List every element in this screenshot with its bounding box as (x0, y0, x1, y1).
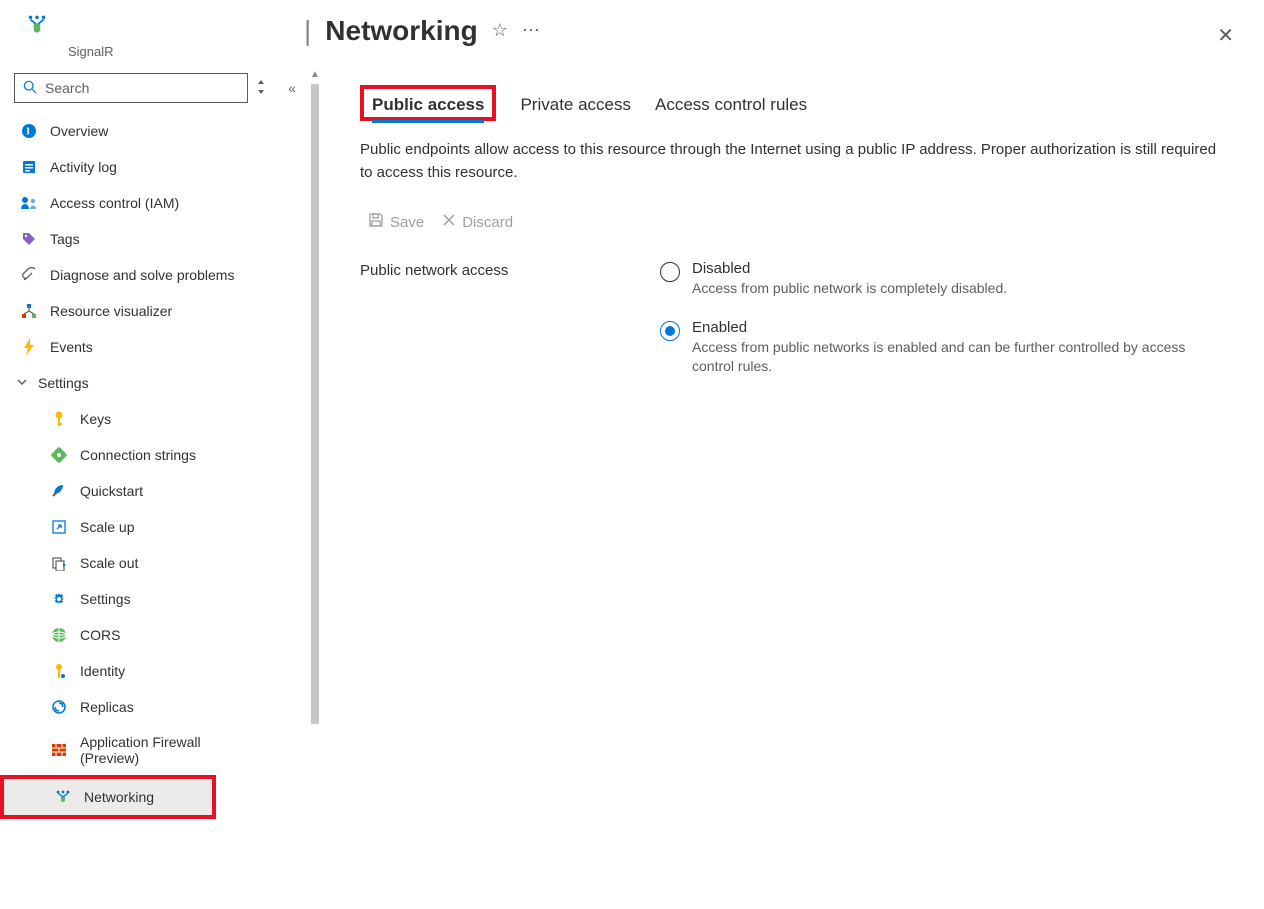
nav-diagnose[interactable]: Diagnose and solve problems (14, 257, 306, 293)
radio-label: Disabled (692, 260, 1007, 277)
identity-icon (50, 662, 68, 680)
highlight-networking: Networking (0, 775, 216, 819)
nav-item-label: Scale out (80, 555, 138, 571)
scroll-thumb[interactable] (311, 84, 319, 724)
nav-item-label: Application Firewall (Preview) (80, 734, 230, 766)
nav-item-label: Networking (84, 789, 154, 805)
firewall-icon (50, 741, 68, 759)
nav-access-control[interactable]: Access control (IAM) (14, 185, 306, 221)
tab-public-access[interactable]: Public access (372, 95, 484, 123)
nav-item-label: Connection strings (80, 447, 196, 463)
nav-item-label: Quickstart (80, 483, 143, 499)
discard-icon (442, 213, 456, 231)
search-input[interactable] (45, 80, 239, 96)
nav-item-label: CORS (80, 627, 120, 643)
close-icon[interactable]: ✕ (1217, 23, 1244, 48)
nav-section-settings[interactable]: Settings (14, 365, 306, 401)
radio-description: Access from public network is completely… (692, 279, 1007, 299)
scroll-up-icon[interactable]: ▲ (310, 65, 320, 84)
nav-item-label: Tags (50, 231, 80, 247)
nav-replicas[interactable]: Replicas (14, 689, 306, 725)
nav-activity-log[interactable]: Activity log (14, 149, 306, 185)
resource-visualizer-icon (20, 302, 38, 320)
title-separator: | (304, 15, 311, 47)
nav-networking[interactable]: Networking (4, 779, 212, 815)
more-actions-icon[interactable]: ⋯ (522, 20, 540, 41)
nav-tags[interactable]: Tags (14, 221, 306, 257)
nav-item-label: Activity log (50, 159, 117, 175)
overview-icon (20, 122, 38, 140)
nav-keys[interactable]: Keys (14, 401, 306, 437)
nav-item-label: Overview (50, 123, 108, 139)
search-icon (23, 80, 37, 97)
nav-cors[interactable]: CORS (14, 617, 306, 653)
tags-icon (20, 230, 38, 248)
highlight-public-access-tab: Public access (360, 85, 496, 121)
discard-button[interactable]: Discard (442, 212, 513, 232)
nav-scale-up[interactable]: Scale up (14, 509, 306, 545)
events-icon (20, 338, 38, 356)
nav-quickstart[interactable]: Quickstart (14, 473, 306, 509)
tab-access-control-rules[interactable]: Access control rules (655, 95, 807, 121)
gear-icon (50, 590, 68, 608)
public-network-access-label: Public network access (360, 260, 620, 377)
nav-scale-out[interactable]: Scale out (14, 545, 306, 581)
sidebar-scrollbar[interactable]: ▲ (306, 59, 324, 909)
service-name: SignalR (68, 44, 114, 59)
save-label: Save (390, 214, 424, 231)
radio-disabled-circle[interactable] (660, 262, 680, 282)
nav-section-label: Settings (38, 375, 89, 391)
scale-out-icon (50, 554, 68, 572)
access-control-icon (20, 194, 38, 212)
radio-dot (665, 326, 675, 336)
discard-label: Discard (462, 214, 513, 231)
nav-item-label: Keys (80, 411, 111, 427)
toolbar: Save Discard (360, 212, 1234, 232)
nav-resource-visualizer[interactable]: Resource visualizer (14, 293, 306, 329)
nav-events[interactable]: Events (14, 329, 306, 365)
public-network-access-radio-group: Disabled Access from public network is c… (660, 260, 1212, 377)
nav-connection-strings[interactable]: Connection strings (14, 437, 306, 473)
search-box[interactable] (14, 73, 248, 103)
scale-up-icon (50, 518, 68, 536)
save-button[interactable]: Save (368, 212, 424, 232)
connection-strings-icon (50, 446, 68, 464)
nav-application-firewall[interactable]: Application Firewall (Preview) (14, 725, 306, 775)
nav-item-label: Identity (80, 663, 125, 679)
chevron-down-icon (16, 375, 28, 391)
nav-overview[interactable]: Overview (14, 113, 306, 149)
page-title: Networking (325, 15, 477, 47)
nav-item-label: Access control (IAM) (50, 195, 179, 211)
tab-private-access[interactable]: Private access (520, 95, 631, 121)
radio-description: Access from public networks is enabled a… (692, 338, 1212, 377)
nav-item-label: Scale up (80, 519, 134, 535)
nav-item-label: Events (50, 339, 93, 355)
diagnose-icon (20, 266, 38, 284)
quickstart-icon (50, 482, 68, 500)
keys-icon (50, 410, 68, 428)
activity-log-icon (20, 158, 38, 176)
sort-icon[interactable] (256, 80, 266, 97)
save-icon (368, 212, 384, 232)
radio-enabled-circle[interactable] (660, 321, 680, 341)
nav-item-label: Diagnose and solve problems (50, 267, 234, 283)
replicas-icon (50, 698, 68, 716)
sidebar: « Overview Activity log Access control (… (0, 59, 306, 909)
favorite-star-icon[interactable]: ☆ (492, 20, 508, 41)
networking-icon (54, 788, 72, 806)
collapse-sidebar-icon[interactable]: « (288, 80, 296, 96)
radio-option-disabled[interactable]: Disabled Access from public network is c… (660, 260, 1212, 299)
signalr-service-icon (24, 12, 50, 38)
tabs: Public access Private access Access cont… (360, 85, 1234, 121)
nav-item-label: Resource visualizer (50, 303, 172, 319)
nav-settings[interactable]: Settings (14, 581, 306, 617)
nav-item-label: Replicas (80, 699, 134, 715)
radio-option-enabled[interactable]: Enabled Access from public networks is e… (660, 319, 1212, 377)
nav-item-label: Settings (80, 591, 131, 607)
radio-label: Enabled (692, 319, 1212, 336)
main-content: Public access Private access Access cont… (324, 59, 1264, 909)
tab-description: Public endpoints allow access to this re… (360, 139, 1230, 184)
cors-icon (50, 626, 68, 644)
nav-identity[interactable]: Identity (14, 653, 306, 689)
